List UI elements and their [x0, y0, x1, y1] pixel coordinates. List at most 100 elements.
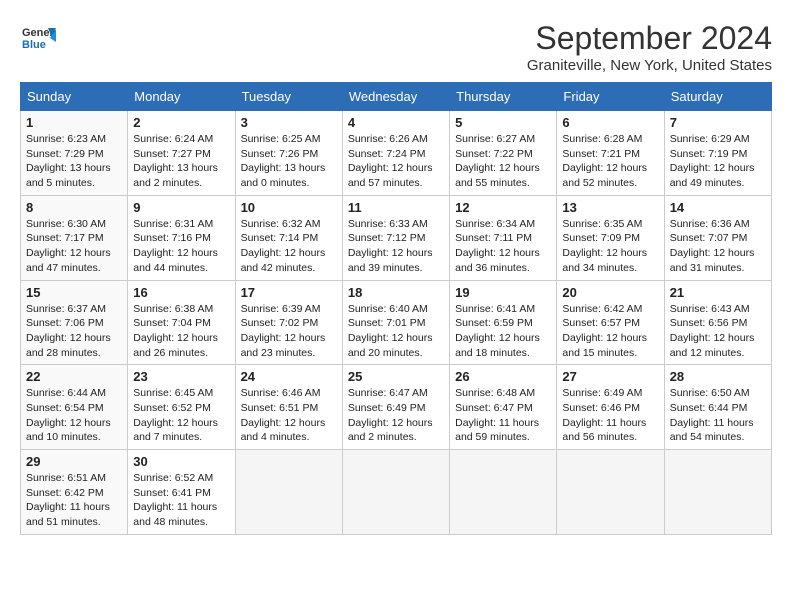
weekday-header-tuesday: Tuesday [235, 83, 342, 111]
day-number: 25 [348, 369, 444, 384]
calendar-week-5: 29Sunrise: 6:51 AMSunset: 6:42 PMDayligh… [21, 450, 772, 535]
title-block: September 2024 Graniteville, New York, U… [527, 20, 772, 74]
day-info: Sunrise: 6:31 AMSunset: 7:16 PMDaylight:… [133, 217, 229, 276]
weekday-header-thursday: Thursday [450, 83, 557, 111]
calendar-title: September 2024 [527, 20, 772, 57]
day-info: Sunrise: 6:26 AMSunset: 7:24 PMDaylight:… [348, 132, 444, 191]
calendar-cell: 1 Sunrise: 6:23 AMSunset: 7:29 PMDaylight… [21, 111, 128, 196]
calendar-subtitle: Graniteville, New York, United States [527, 57, 772, 74]
calendar-cell: 27 Sunrise: 6:49 AMSunset: 6:46 PMDayligh… [557, 365, 664, 450]
calendar-cell: 24Sunrise: 6:46 AMSunset: 6:51 PMDayligh… [235, 365, 342, 450]
calendar-header: SundayMondayTuesdayWednesdayThursdayFrid… [21, 83, 772, 111]
calendar-cell: 28 Sunrise: 6:50 AMSunset: 6:44 PMDayligh… [664, 365, 771, 450]
day-info: Sunrise: 6:27 AMSunset: 7:22 PMDaylight:… [455, 132, 551, 191]
day-number: 10 [241, 200, 337, 215]
day-number: 17 [241, 285, 337, 300]
calendar-week-3: 15 Sunrise: 6:37 AMSunset: 7:06 PMDayligh… [21, 280, 772, 365]
day-number: 19 [455, 285, 551, 300]
day-number: 1 [26, 115, 122, 130]
day-number: 18 [348, 285, 444, 300]
weekday-header-saturday: Saturday [664, 83, 771, 111]
calendar-cell: 8 Sunrise: 6:30 AMSunset: 7:17 PMDaylight… [21, 195, 128, 280]
calendar-cell [557, 450, 664, 535]
calendar-cell: 19 Sunrise: 6:41 AMSunset: 6:59 PMDayligh… [450, 280, 557, 365]
day-number: 4 [348, 115, 444, 130]
calendar-cell: 29Sunrise: 6:51 AMSunset: 6:42 PMDayligh… [21, 450, 128, 535]
calendar-cell: 4 Sunrise: 6:26 AMSunset: 7:24 PMDaylight… [342, 111, 449, 196]
day-number: 2 [133, 115, 229, 130]
calendar-cell: 25 Sunrise: 6:47 AMSunset: 6:49 PMDayligh… [342, 365, 449, 450]
day-number: 27 [562, 369, 658, 384]
day-info: Sunrise: 6:41 AMSunset: 6:59 PMDaylight:… [455, 302, 551, 361]
day-number: 9 [133, 200, 229, 215]
day-number: 22 [26, 369, 122, 384]
day-number: 28 [670, 369, 766, 384]
calendar-cell: 17 Sunrise: 6:39 AMSunset: 7:02 PMDayligh… [235, 280, 342, 365]
day-number: 13 [562, 200, 658, 215]
calendar-cell: 12Sunrise: 6:34 AMSunset: 7:11 PMDayligh… [450, 195, 557, 280]
weekday-header-wednesday: Wednesday [342, 83, 449, 111]
calendar-cell: 22Sunrise: 6:44 AMSunset: 6:54 PMDayligh… [21, 365, 128, 450]
day-info: Sunrise: 6:25 AMSunset: 7:26 PMDaylight:… [241, 132, 337, 191]
calendar-cell: 9 Sunrise: 6:31 AMSunset: 7:16 PMDaylight… [128, 195, 235, 280]
day-info: Sunrise: 6:50 AMSunset: 6:44 PMDaylight:… [670, 386, 766, 445]
day-number: 29 [26, 454, 122, 469]
day-info: Sunrise: 6:32 AMSunset: 7:14 PMDaylight:… [241, 217, 337, 276]
day-info: Sunrise: 6:29 AMSunset: 7:19 PMDaylight:… [670, 132, 766, 191]
day-info: Sunrise: 6:23 AMSunset: 7:29 PMDaylight:… [26, 132, 122, 191]
day-number: 26 [455, 369, 551, 384]
day-number: 15 [26, 285, 122, 300]
day-info: Sunrise: 6:47 AMSunset: 6:49 PMDaylight:… [348, 386, 444, 445]
calendar-cell: 6 Sunrise: 6:28 AMSunset: 7:21 PMDaylight… [557, 111, 664, 196]
day-info: Sunrise: 6:42 AMSunset: 6:57 PMDaylight:… [562, 302, 658, 361]
day-number: 11 [348, 200, 444, 215]
day-info: Sunrise: 6:39 AMSunset: 7:02 PMDaylight:… [241, 302, 337, 361]
calendar-cell: 13Sunrise: 6:35 AMSunset: 7:09 PMDayligh… [557, 195, 664, 280]
calendar-cell: 14 Sunrise: 6:36 AMSunset: 7:07 PMDayligh… [664, 195, 771, 280]
day-info: Sunrise: 6:45 AMSunset: 6:52 PMDaylight:… [133, 386, 229, 445]
calendar-cell: 10 Sunrise: 6:32 AMSunset: 7:14 PMDayligh… [235, 195, 342, 280]
calendar-cell: 7Sunrise: 6:29 AMSunset: 7:19 PMDaylight… [664, 111, 771, 196]
page-header: General Blue September 2024 Graniteville… [20, 20, 772, 74]
day-number: 12 [455, 200, 551, 215]
calendar-cell: 5 Sunrise: 6:27 AMSunset: 7:22 PMDaylight… [450, 111, 557, 196]
svg-text:Blue: Blue [22, 39, 46, 51]
calendar-cell: 15 Sunrise: 6:37 AMSunset: 7:06 PMDayligh… [21, 280, 128, 365]
calendar-cell: 11 Sunrise: 6:33 AMSunset: 7:12 PMDayligh… [342, 195, 449, 280]
weekday-header-friday: Friday [557, 83, 664, 111]
calendar-cell: 23 Sunrise: 6:45 AMSunset: 6:52 PMDayligh… [128, 365, 235, 450]
logo: General Blue [20, 20, 56, 56]
calendar-cell [342, 450, 449, 535]
calendar-cell: 16 Sunrise: 6:38 AMSunset: 7:04 PMDayligh… [128, 280, 235, 365]
day-number: 21 [670, 285, 766, 300]
calendar-week-1: 1 Sunrise: 6:23 AMSunset: 7:29 PMDaylight… [21, 111, 772, 196]
day-number: 5 [455, 115, 551, 130]
weekday-header-monday: Monday [128, 83, 235, 111]
weekday-header-sunday: Sunday [21, 83, 128, 111]
calendar-week-2: 8 Sunrise: 6:30 AMSunset: 7:17 PMDaylight… [21, 195, 772, 280]
day-number: 14 [670, 200, 766, 215]
day-number: 8 [26, 200, 122, 215]
calendar-cell [664, 450, 771, 535]
day-info: Sunrise: 6:43 AMSunset: 6:56 PMDaylight:… [670, 302, 766, 361]
day-info: Sunrise: 6:33 AMSunset: 7:12 PMDaylight:… [348, 217, 444, 276]
day-number: 3 [241, 115, 337, 130]
logo-icon: General Blue [20, 20, 56, 56]
day-info: Sunrise: 6:38 AMSunset: 7:04 PMDaylight:… [133, 302, 229, 361]
calendar-week-4: 22Sunrise: 6:44 AMSunset: 6:54 PMDayligh… [21, 365, 772, 450]
day-number: 30 [133, 454, 229, 469]
calendar-cell: 30Sunrise: 6:52 AMSunset: 6:41 PMDayligh… [128, 450, 235, 535]
day-number: 23 [133, 369, 229, 384]
day-number: 16 [133, 285, 229, 300]
calendar-cell: 21 Sunrise: 6:43 AMSunset: 6:56 PMDayligh… [664, 280, 771, 365]
day-number: 6 [562, 115, 658, 130]
calendar-cell: 3 Sunrise: 6:25 AMSunset: 7:26 PMDaylight… [235, 111, 342, 196]
day-info: Sunrise: 6:24 AMSunset: 7:27 PMDaylight:… [133, 132, 229, 191]
day-info: Sunrise: 6:30 AMSunset: 7:17 PMDaylight:… [26, 217, 122, 276]
day-info: Sunrise: 6:28 AMSunset: 7:21 PMDaylight:… [562, 132, 658, 191]
day-info: Sunrise: 6:40 AMSunset: 7:01 PMDaylight:… [348, 302, 444, 361]
day-info: Sunrise: 6:36 AMSunset: 7:07 PMDaylight:… [670, 217, 766, 276]
day-info: Sunrise: 6:49 AMSunset: 6:46 PMDaylight:… [562, 386, 658, 445]
day-info: Sunrise: 6:37 AMSunset: 7:06 PMDaylight:… [26, 302, 122, 361]
calendar-cell [450, 450, 557, 535]
